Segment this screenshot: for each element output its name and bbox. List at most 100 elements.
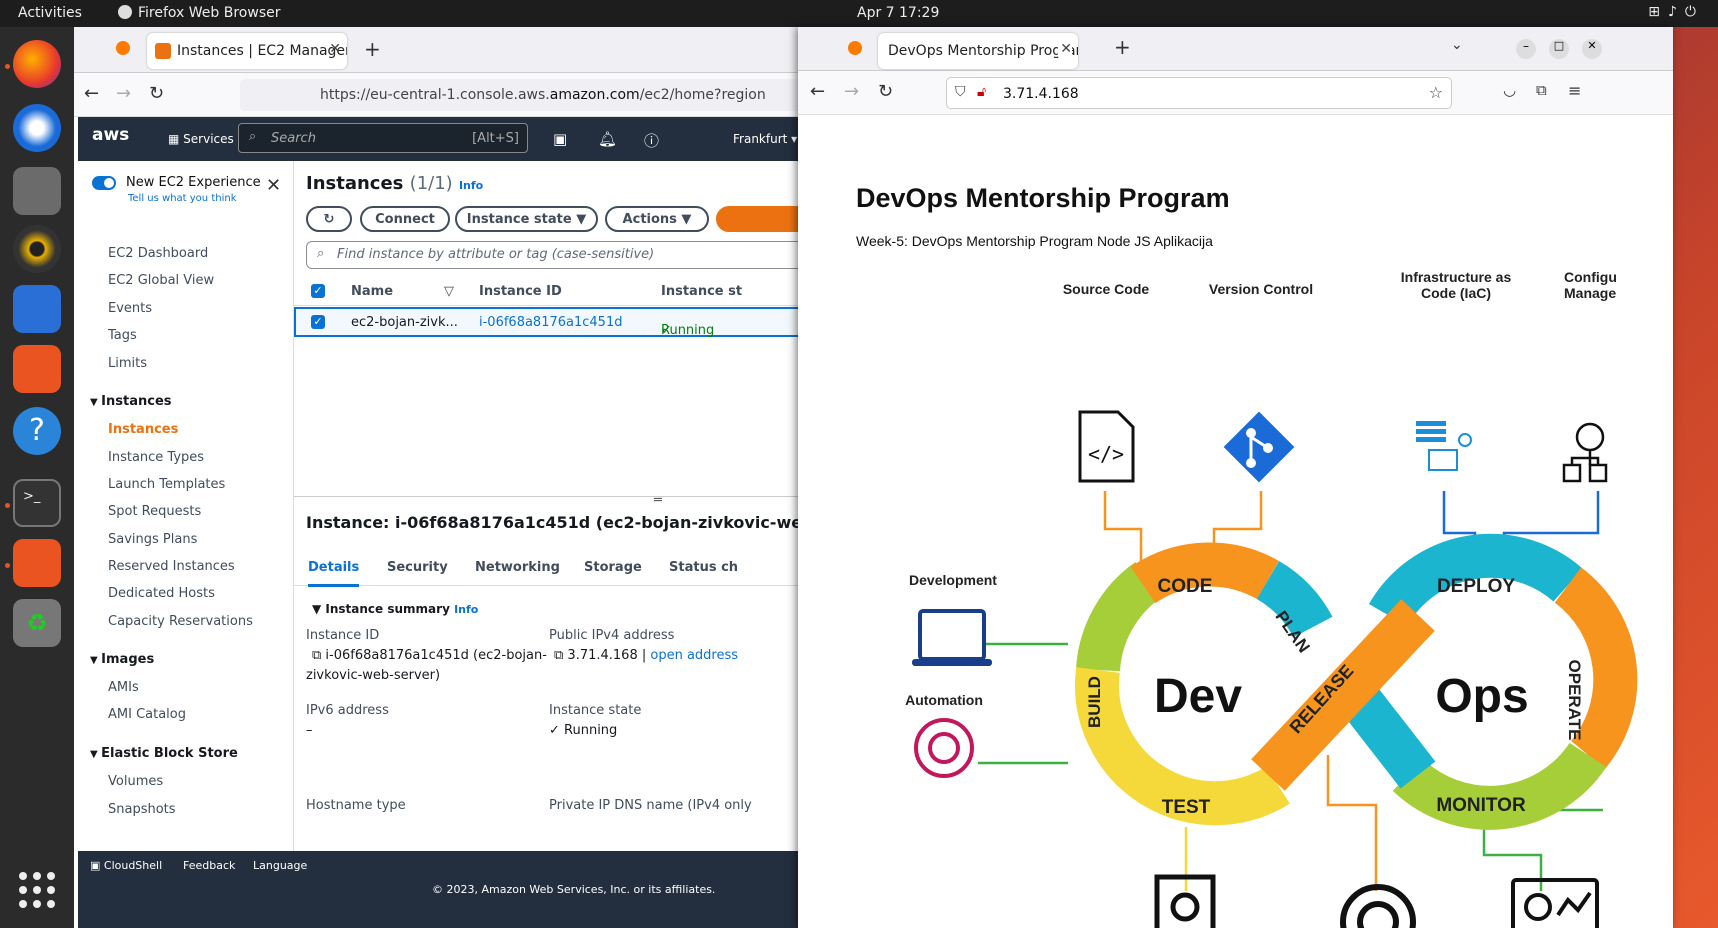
cloudshell-icon[interactable]: ▣ <box>553 130 567 148</box>
actions-button[interactable]: Actions ▼ <box>605 206 709 232</box>
sidebar-item-ec2-dashboard[interactable]: EC2 Dashboard <box>108 246 208 261</box>
connect-button[interactable]: Connect <box>360 206 450 232</box>
rhythmbox-dock-icon[interactable] <box>13 225 61 273</box>
sidebar-item-volumes[interactable]: Volumes <box>108 774 163 789</box>
feedback-link[interactable]: Feedback <box>183 859 235 872</box>
aws-search-input[interactable]: ⌕ Search [Alt+S] <box>238 123 528 153</box>
sidebar-item-ami-catalog[interactable]: AMI Catalog <box>108 707 186 722</box>
tab-details[interactable]: Details <box>308 560 360 587</box>
forward-icon[interactable]: → <box>116 83 131 104</box>
url-bar[interactable]: https://eu-central-1.console.aws.amazon.… <box>240 79 804 111</box>
sidebar-item-events[interactable]: Events <box>108 301 152 316</box>
row-instance-id-link[interactable]: i-06f68a8176a1c451d <box>479 315 622 330</box>
language-link[interactable]: Language <box>253 859 307 872</box>
column-instance-state[interactable]: Instance st <box>661 284 742 299</box>
new-experience-toggle[interactable] <box>92 176 116 190</box>
sidebar-section-instances[interactable]: Instances <box>90 394 171 409</box>
info-link[interactable]: Info <box>459 179 483 192</box>
instance-filter-input[interactable]: ⌕ Find instance by attribute or tag (cas… <box>306 241 804 269</box>
software-dock-icon[interactable] <box>13 345 61 393</box>
notifications-icon[interactable]: 🔔︎ <box>598 130 617 148</box>
close-tab-icon[interactable]: ✕ <box>1058 41 1072 57</box>
sidebar-item-spot-requests[interactable]: Spot Requests <box>108 504 201 519</box>
ubuntu-dock-icon[interactable] <box>13 539 61 587</box>
aws-logo[interactable]: aws <box>92 125 129 145</box>
summary-info-link[interactable]: Info <box>454 603 478 616</box>
select-all-checkbox[interactable]: ✓ <box>311 284 325 298</box>
writer-dock-icon[interactable] <box>13 285 61 333</box>
open-address-link[interactable]: open address <box>650 648 738 663</box>
files-dock-icon[interactable] <box>13 167 61 215</box>
reload-icon[interactable]: ↻ <box>149 83 164 104</box>
menu-icon[interactable]: ≡ <box>1568 81 1581 100</box>
active-app-menu[interactable]: Firefox Web Browser <box>118 5 281 21</box>
instance-state-button[interactable]: Instance state ▼ <box>455 206 598 232</box>
extensions-icon[interactable]: ⧉ <box>1536 81 1547 99</box>
insecure-lock-icon[interactable]: 🔓︎ <box>977 84 986 100</box>
tab-storage[interactable]: Storage <box>584 560 642 575</box>
new-tab-icon[interactable]: + <box>364 37 381 61</box>
sidebar-item-instances[interactable]: Instances <box>108 422 178 437</box>
column-name[interactable]: Name <box>351 284 393 299</box>
tab-devops[interactable]: DevOps Mentorship Program ✕ <box>878 33 1078 69</box>
split-divider[interactable]: ═ <box>294 493 804 508</box>
row-checkbox[interactable]: ✓ <box>311 315 325 329</box>
firefox-view-icon[interactable] <box>848 41 862 55</box>
activities-button[interactable]: Activities <box>18 5 82 21</box>
tab-security[interactable]: Security <box>387 560 448 575</box>
table-row[interactable]: ✓ ec2-bojan-zivk... i-06f68a8176a1c451d … <box>294 307 804 338</box>
show-apps-icon[interactable] <box>19 872 55 908</box>
close-sidebar-icon[interactable]: ✕ <box>266 175 281 196</box>
copy-icon[interactable]: ⧉ <box>312 648 325 663</box>
sidebar-item-amis[interactable]: AMIs <box>108 680 139 695</box>
system-tray[interactable]: ⊞♪⏻ <box>1648 4 1704 20</box>
back-icon[interactable]: ← <box>84 83 99 104</box>
services-menu[interactable]: ▦ Services <box>168 132 234 146</box>
firefox-view-icon[interactable] <box>116 41 130 55</box>
forward-icon[interactable]: → <box>844 81 859 102</box>
list-tabs-icon[interactable]: ⌄ <box>1451 37 1463 53</box>
sidebar-item-dedicated-hosts[interactable]: Dedicated Hosts <box>108 586 215 601</box>
sidebar-item-savings-plans[interactable]: Savings Plans <box>108 532 197 547</box>
sidebar-section-images[interactable]: Images <box>90 652 154 667</box>
refresh-button[interactable]: ↻ <box>306 206 352 232</box>
terminal-dock-icon[interactable]: >_ <box>13 479 61 527</box>
sidebar-item-launch-templates[interactable]: Launch Templates <box>108 477 225 492</box>
sidebar-item-global-view[interactable]: EC2 Global View <box>108 273 214 288</box>
sidebar-section-ebs[interactable]: Elastic Block Store <box>90 746 238 761</box>
maximize-icon[interactable]: □ <box>1549 39 1569 59</box>
new-tab-icon[interactable]: + <box>1114 35 1131 59</box>
bookmark-star-icon[interactable]: ☆ <box>1429 83 1443 102</box>
cloudshell-link[interactable]: ▣ CloudShell <box>90 859 162 872</box>
help-dock-icon[interactable]: ? <box>13 407 61 455</box>
clock[interactable]: Apr 7 17:29 <box>857 5 939 21</box>
sidebar-item-snapshots[interactable]: Snapshots <box>108 802 176 817</box>
tab-status-checks[interactable]: Status ch <box>669 560 738 575</box>
thunderbird-dock-icon[interactable] <box>13 104 61 152</box>
sidebar-item-capacity-reservations[interactable]: Capacity Reservations <box>108 614 253 629</box>
close-tab-icon[interactable]: ✕ <box>329 41 341 57</box>
trash-dock-icon[interactable]: ♻ <box>13 599 61 647</box>
minimize-icon[interactable]: – <box>1516 39 1536 59</box>
help-icon[interactable]: ⓘ <box>644 130 659 151</box>
firefox-dock-icon[interactable] <box>13 40 61 88</box>
sidebar-item-instance-types[interactable]: Instance Types <box>108 450 204 465</box>
column-instance-id[interactable]: Instance ID <box>479 284 562 299</box>
close-window-icon[interactable]: ✕ <box>1582 39 1602 59</box>
back-icon[interactable]: ← <box>810 81 825 102</box>
url-bar[interactable]: ⛉ 🔓︎ 3.71.4.168 ☆ <box>946 77 1452 109</box>
tab-networking[interactable]: Networking <box>475 560 560 575</box>
shield-icon[interactable]: ⛉ <box>955 84 966 100</box>
copy-icon[interactable]: ⧉ <box>554 648 567 663</box>
launch-instances-button[interactable] <box>716 206 804 232</box>
sort-icon[interactable]: ▽ <box>444 284 454 299</box>
instance-summary-heading[interactable]: ▼ Instance summary Info <box>312 602 478 616</box>
region-selector[interactable]: Frankfurt ▾ <box>733 132 797 146</box>
drag-handle-icon[interactable]: ═ <box>654 493 662 508</box>
sidebar-item-reserved-instances[interactable]: Reserved Instances <box>108 559 235 574</box>
sidebar-item-limits[interactable]: Limits <box>108 356 147 371</box>
tab-ec2[interactable]: Instances | EC2 Managem ✕ <box>147 33 347 69</box>
feedback-link[interactable]: Tell us what you think <box>128 193 237 204</box>
reload-icon[interactable]: ↻ <box>878 81 893 102</box>
pocket-icon[interactable]: ◡ <box>1503 81 1516 99</box>
